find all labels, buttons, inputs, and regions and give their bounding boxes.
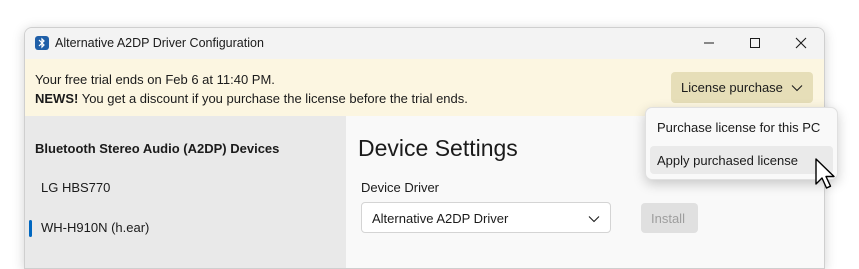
sidebar-item-label: WH-H910N (h.ear) — [41, 220, 150, 235]
maximize-icon — [750, 38, 760, 48]
menu-item-apply-license[interactable]: Apply purchased license — [650, 146, 833, 174]
mouse-pointer-icon — [815, 158, 835, 189]
menu-item-label: Apply purchased license — [657, 153, 798, 168]
trial-notice: Your free trial ends on Feb 6 at 11:40 P… — [35, 72, 275, 87]
news-label: NEWS! — [35, 91, 79, 106]
minimize-button[interactable] — [686, 28, 732, 59]
device-sidebar: Bluetooth Stereo Audio (A2DP) Devices LG… — [25, 116, 346, 268]
close-button[interactable] — [778, 28, 824, 59]
news-text: You get a discount if you purchase the l… — [78, 91, 468, 106]
close-icon — [795, 37, 807, 49]
license-purchase-button[interactable]: License purchase — [671, 72, 813, 103]
sidebar-item-wh-h910n[interactable]: WH-H910N (h.ear) — [29, 212, 339, 244]
menu-item-purchase-license[interactable]: Purchase license for this PC — [650, 113, 833, 141]
title-bar[interactable]: Alternative A2DP Driver Configuration — [25, 28, 824, 59]
news-notice: NEWS! You get a discount if you purchase… — [35, 91, 468, 106]
device-driver-label: Device Driver — [361, 180, 440, 195]
chevron-down-icon — [791, 85, 803, 92]
license-menu: Purchase license for this PC Apply purch… — [645, 107, 838, 180]
bluetooth-icon — [35, 36, 49, 50]
window-title: Alternative A2DP Driver Configuration — [55, 36, 264, 50]
selection-indicator — [29, 220, 32, 237]
maximize-button[interactable] — [732, 28, 778, 59]
sidebar-header: Bluetooth Stereo Audio (A2DP) Devices — [35, 141, 280, 156]
device-driver-select[interactable]: Alternative A2DP Driver — [361, 202, 611, 233]
sidebar-item-label: LG HBS770 — [41, 180, 111, 195]
chevron-down-icon — [588, 216, 600, 223]
sidebar-item-lg-hbs770[interactable]: LG HBS770 — [29, 172, 339, 204]
page-title: Device Settings — [358, 135, 518, 161]
install-label: Install — [651, 211, 685, 226]
minimize-icon — [704, 42, 714, 44]
menu-item-label: Purchase license for this PC — [657, 120, 821, 135]
license-purchase-label: License purchase — [681, 80, 783, 95]
install-button[interactable]: Install — [641, 203, 698, 233]
device-driver-value: Alternative A2DP Driver — [372, 211, 509, 226]
